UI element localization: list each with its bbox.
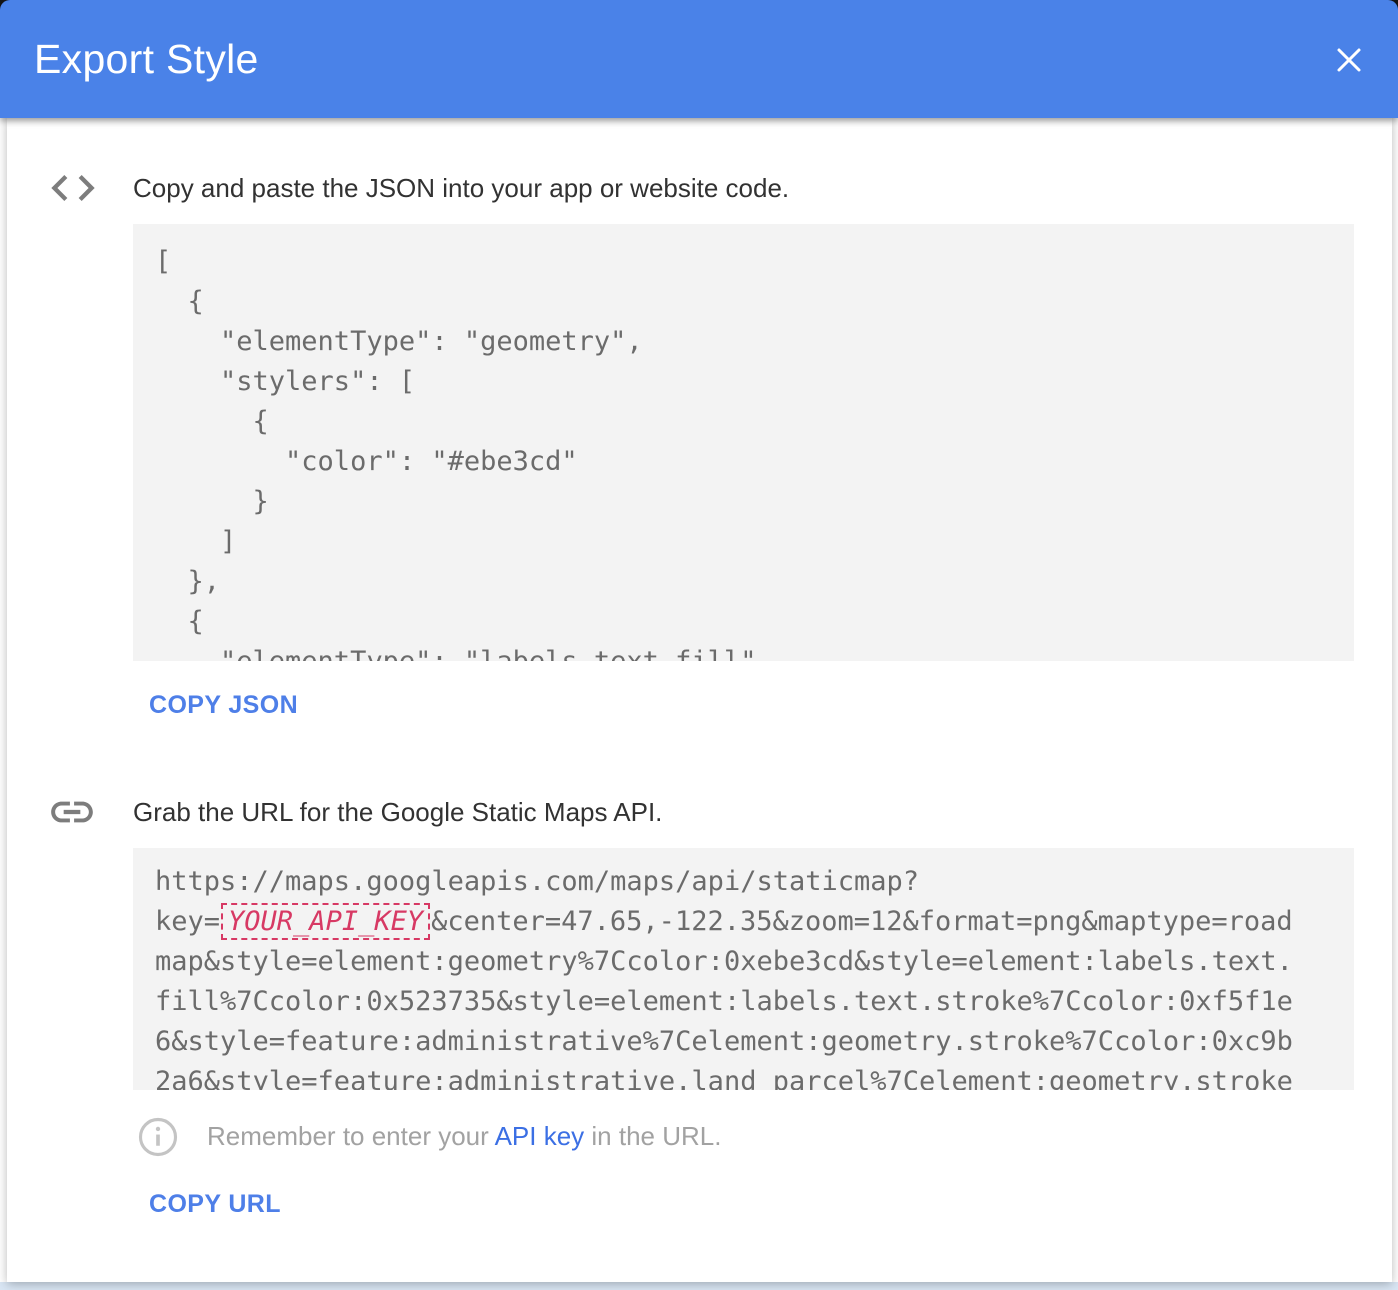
code-line: ]: [155, 522, 1344, 562]
url-line: 6&style=feature:administrative%7Celement…: [155, 1022, 1344, 1062]
json-code-block[interactable]: [ { "elementType": "geometry", "stylers"…: [133, 224, 1354, 661]
code-line: "elementType": "labels.text.fill": [155, 642, 1344, 661]
url-line: https://maps.googleapis.com/maps/api/sta…: [155, 862, 1344, 902]
api-key-link[interactable]: API key: [495, 1121, 585, 1151]
copy-url-button[interactable]: COPY URL: [149, 1188, 287, 1221]
close-icon: [1333, 44, 1365, 76]
json-section-header: Copy and paste the JSON into your app or…: [133, 172, 1354, 204]
code-line: {: [155, 402, 1344, 442]
code-line: [: [155, 242, 1344, 282]
page-bottom-strip: [0, 1282, 1398, 1290]
dialog-title: Export Style: [34, 36, 259, 83]
code-icon: [47, 162, 99, 219]
code-line: "elementType": "geometry",: [155, 322, 1344, 362]
url-line: key=YOUR_API_KEY&center=47.65,-122.35&zo…: [155, 902, 1344, 942]
code-line: "color": "#ebe3cd": [155, 442, 1344, 482]
api-key-note: Remember to enter your API key in the UR…: [137, 1116, 1354, 1158]
copy-json-button[interactable]: COPY JSON: [149, 689, 304, 722]
code-line: {: [155, 282, 1344, 322]
note-prefix: Remember to enter your: [207, 1121, 495, 1151]
close-button[interactable]: [1330, 41, 1368, 79]
note-text: Remember to enter your API key in the UR…: [207, 1116, 721, 1152]
url-instruction: Grab the URL for the Google Static Maps …: [133, 796, 662, 828]
url-line: fill%7Ccolor:0x523735&style=element:labe…: [155, 982, 1344, 1022]
link-icon: [47, 787, 97, 842]
export-style-dialog: Copy and paste the JSON into your app or…: [7, 118, 1392, 1282]
info-icon: [137, 1116, 179, 1163]
dialog-header: Export Style: [0, 0, 1398, 118]
note-suffix: in the URL.: [584, 1121, 721, 1151]
url-line: map&style=element:geometry%7Ccolor:0xebe…: [155, 942, 1344, 982]
static-map-url-block[interactable]: https://maps.googleapis.com/maps/api/sta…: [133, 848, 1354, 1090]
code-line: {: [155, 602, 1344, 642]
code-line: }: [155, 482, 1344, 522]
api-key-placeholder: YOUR_API_KEY: [221, 903, 430, 940]
url-section-header: Grab the URL for the Google Static Maps …: [133, 796, 1354, 828]
code-line: "stylers": [: [155, 362, 1344, 402]
code-line: },: [155, 562, 1344, 602]
url-line: 2a6&style=feature:administrative.land_pa…: [155, 1062, 1344, 1090]
json-instruction: Copy and paste the JSON into your app or…: [133, 172, 789, 204]
